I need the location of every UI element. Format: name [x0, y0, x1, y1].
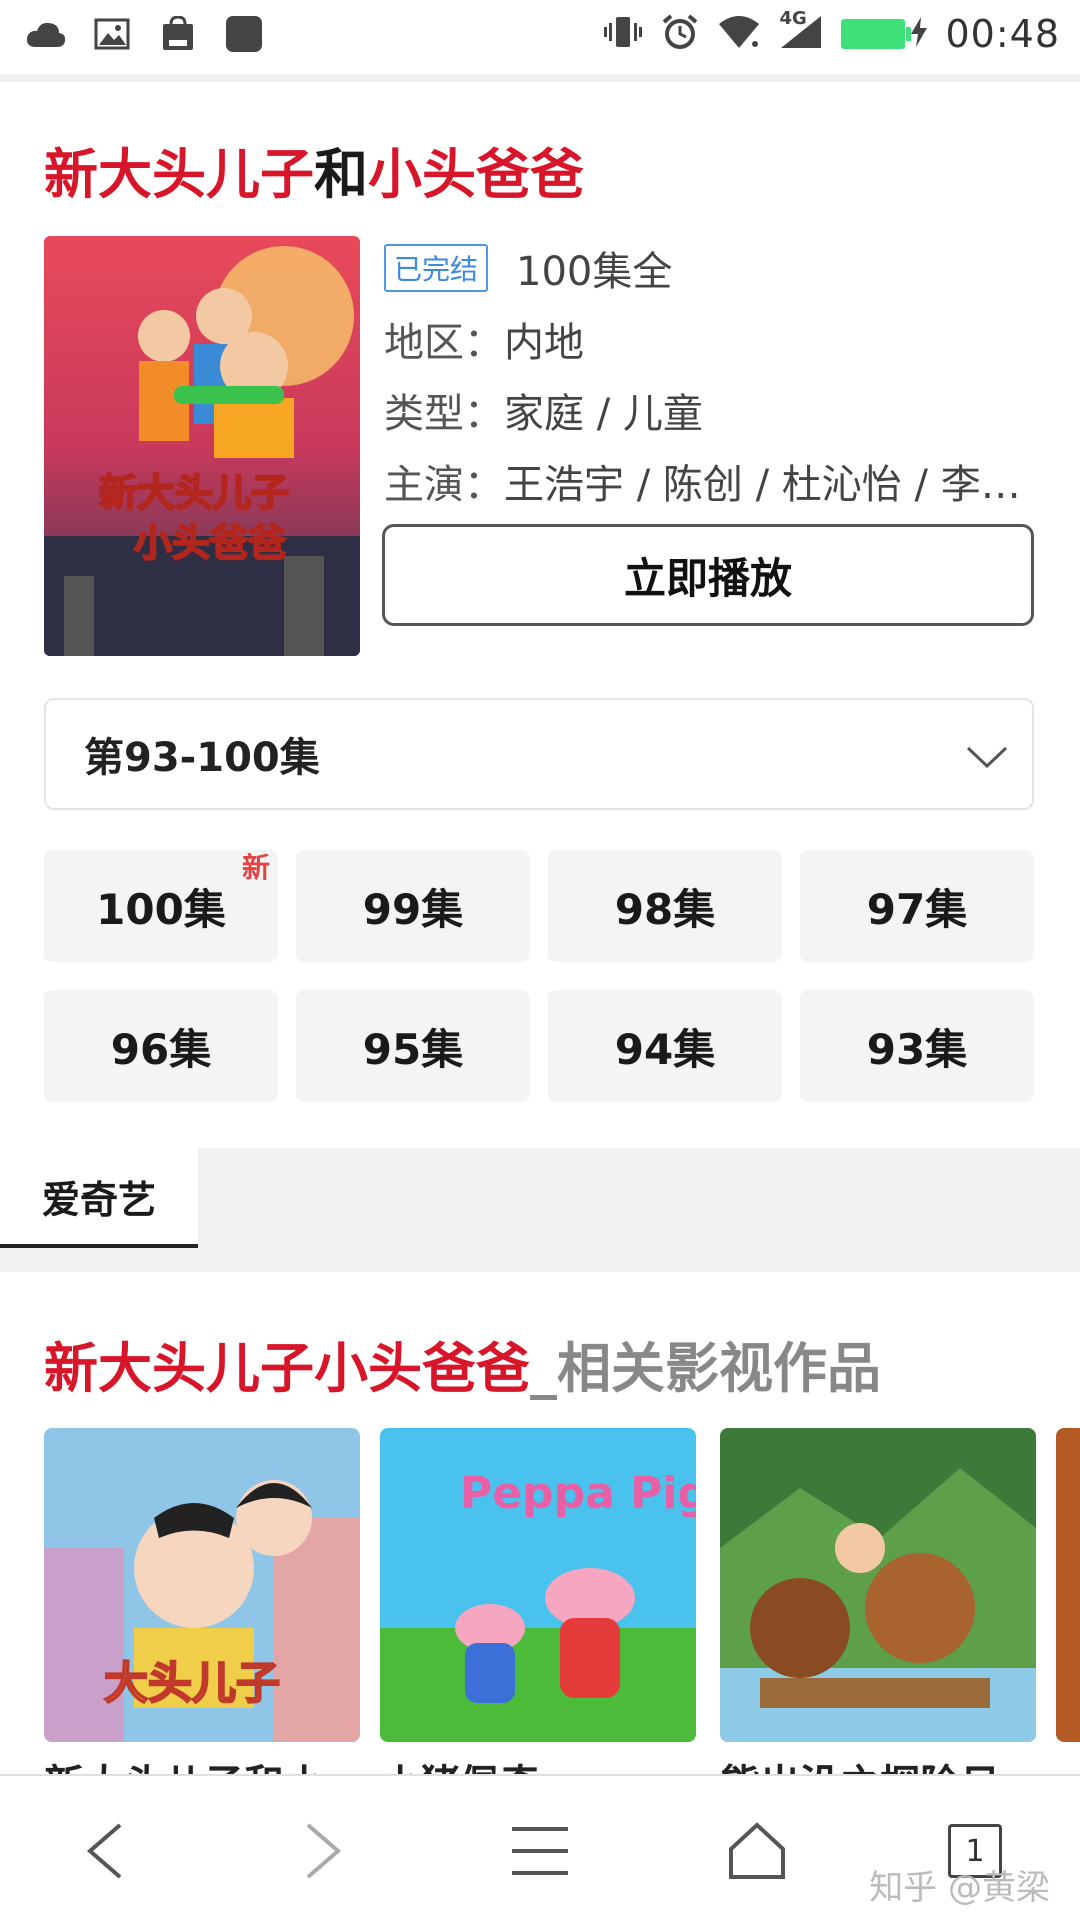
wifi-icon: [717, 14, 761, 54]
divider: [0, 1248, 1080, 1272]
status-bar: 4G 00:48: [0, 0, 1080, 74]
info-row-cast: 主演： 王浩宇 / 陈创 / 杜沁怡 / 李…: [384, 445, 1034, 516]
source-tab-bar: 爱奇艺: [0, 1148, 1080, 1248]
signal-icon: 4G: [779, 8, 823, 54]
svg-text:新大头儿子: 新大头儿子: [99, 471, 289, 515]
episode-label: 95集: [362, 1024, 464, 1074]
title-part: 和: [314, 143, 368, 206]
cloud-icon: [24, 14, 68, 54]
episode-button[interactable]: 100集 新: [44, 850, 278, 962]
episode-label: 94集: [614, 1024, 716, 1074]
home-icon[interactable]: [712, 1806, 802, 1896]
cast-value: 王浩宇 / 陈创 / 杜沁怡 / 李…: [504, 461, 1021, 508]
cast-label: 主演：: [384, 461, 504, 508]
episode-button[interactable]: 97集: [800, 850, 1034, 962]
show-title: 新大头儿子和小头爸爸: [44, 130, 584, 209]
vibrate-icon: [603, 15, 643, 53]
related-title-main: 新大头儿子小头爸爸: [44, 1337, 530, 1400]
back-icon[interactable]: [60, 1806, 150, 1896]
new-badge: 新: [241, 851, 270, 884]
related-title-suffix: _相关影视作品: [530, 1337, 881, 1400]
show-info: 已完结 100集全 地区： 内地 类型： 家庭 / 儿童 主演： 王浩宇 / 陈…: [384, 232, 1034, 516]
clock: 00:48: [945, 12, 1060, 56]
related-card-partial[interactable]: [1056, 1428, 1080, 1742]
show-poster[interactable]: 新大头儿子 小头爸爸: [44, 236, 360, 656]
info-row-region: 地区： 内地: [384, 303, 1034, 374]
divider: [0, 74, 1080, 82]
episode-range-value: 第93-100集: [84, 735, 320, 781]
episode-label: 97集: [866, 884, 968, 934]
forward-icon[interactable]: [278, 1806, 368, 1896]
episode-button[interactable]: 99集: [296, 850, 530, 962]
episode-label: 96集: [110, 1024, 212, 1074]
episode-label: 93集: [866, 1024, 968, 1074]
svg-text:大头儿子: 大头儿子: [104, 1658, 280, 1709]
svg-text:小头爸爸: 小头爸爸: [134, 521, 286, 565]
charging-icon: [911, 17, 928, 51]
region-label: 地区：: [384, 319, 504, 366]
related-card[interactable]: Peppa Pig: [380, 1428, 696, 1742]
battery-icon: [841, 19, 912, 49]
watermark: 知乎 @黄梁: [869, 1868, 1050, 1908]
episode-button[interactable]: 96集: [44, 990, 278, 1102]
episode-button[interactable]: 93集: [800, 990, 1034, 1102]
title-part: 小头爸爸: [368, 143, 584, 206]
related-card[interactable]: 大头儿子: [44, 1428, 360, 1742]
episode-button[interactable]: 98集: [548, 850, 782, 962]
related-card[interactable]: [720, 1428, 1036, 1742]
alarm-icon: [661, 13, 699, 55]
menu-icon[interactable]: [495, 1806, 585, 1896]
title-part: 新大头儿子: [44, 143, 314, 206]
svg-text:Peppa Pig: Peppa Pig: [460, 1468, 696, 1519]
play-now-button[interactable]: 立即播放: [382, 524, 1034, 626]
info-row-genre: 类型： 家庭 / 儿童: [384, 374, 1034, 445]
genre-label: 类型：: [384, 390, 504, 437]
shopping-bag-icon: [156, 14, 200, 54]
related-title: 新大头儿子小头爸爸_相关影视作品: [44, 1324, 881, 1403]
tab-iqiyi[interactable]: 爱奇艺: [0, 1148, 198, 1248]
info-row-status: 已完结 100集全: [384, 232, 1034, 303]
episode-count: 100集全: [516, 248, 673, 295]
image-icon: [90, 14, 134, 54]
status-badge: 已完结: [384, 243, 489, 292]
episode-label: 100集: [96, 884, 226, 934]
episode-range-select[interactable]: 第93-100集: [44, 698, 1034, 810]
genre-value: 家庭 / 儿童: [504, 390, 703, 437]
app-square-icon: [222, 14, 266, 54]
region-value: 内地: [504, 319, 584, 366]
episode-button[interactable]: 94集: [548, 990, 782, 1102]
episode-label: 99集: [362, 884, 464, 934]
episode-button[interactable]: 95集: [296, 990, 530, 1102]
episode-label: 98集: [614, 884, 716, 934]
chevron-down-icon: [966, 746, 1008, 769]
